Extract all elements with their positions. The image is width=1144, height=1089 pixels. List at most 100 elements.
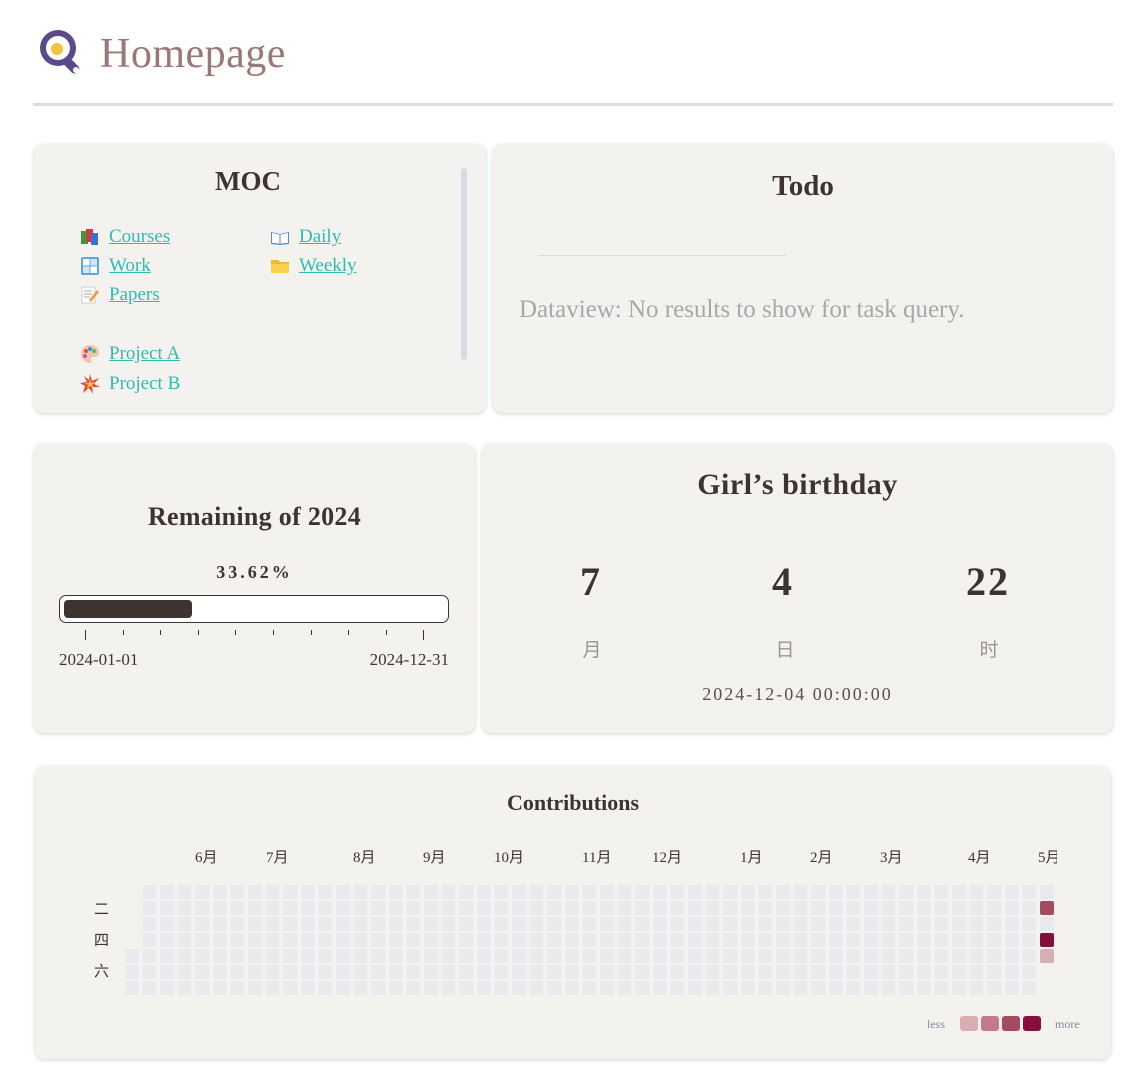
contribution-day [881,981,896,995]
contribution-day [1022,933,1037,947]
contribution-day [600,981,614,995]
contribution-day [213,965,227,979]
moc-link-courses-label[interactable]: Courses [109,226,170,248]
contribution-day [195,901,209,915]
contribution-day [353,965,368,979]
contribution-day [142,885,157,899]
contribution-day [125,981,139,995]
contribution-day [512,885,526,899]
contribution-day [565,949,579,963]
contribution-day [670,949,685,963]
moc-link-weekly-label[interactable]: Weekly [299,255,357,277]
moc-link-daily: Daily [270,226,341,248]
contribution-day [406,901,421,915]
contribution-day [1022,901,1037,915]
remaining-percent: 33.62% [216,562,293,582]
contribution-day [441,901,456,915]
books-icon [80,227,100,247]
contribution-day [635,981,649,995]
tick [235,630,237,635]
birthday-days-unit: 日 [775,639,795,661]
contribution-day [723,885,737,899]
contribution-day [705,949,720,963]
contribution-day [793,885,808,899]
contribution-day [582,981,597,995]
contribution-day [353,981,368,995]
remaining-progress-bar [59,595,449,623]
contribution-day [776,949,790,963]
contribution-day [160,965,174,979]
contribution-day [195,949,209,963]
moc-scrollbar[interactable] [461,168,467,360]
contribution-day [758,917,773,931]
contribution-day [600,885,614,899]
contribution-day [811,981,825,995]
contribution-day [441,981,456,995]
contribution-day [987,901,1001,915]
contribution-day [565,933,579,947]
contribution-day [336,949,350,963]
contribution-day [793,901,808,915]
contribution-day [670,933,685,947]
tick [85,630,86,640]
moc-link-work: Work [80,255,151,277]
logo-icon [38,28,86,80]
contribution-day [952,933,966,947]
contribution-day [829,901,843,915]
contribution-day [125,949,139,963]
contribution-day [934,901,949,915]
contribution-day [846,901,861,915]
contribution-day [301,901,315,915]
contribution-day [494,917,509,931]
contribution-day [547,981,561,995]
contribution-day [952,965,966,979]
moc-link-work-label[interactable]: Work [109,255,151,277]
contribution-day [829,933,843,947]
moc-link-project-a-label[interactable]: Project A [109,343,180,365]
contribution-day [424,917,438,931]
moc-link-project-b-label[interactable]: Project B [109,373,180,395]
contribution-day [934,981,949,995]
remaining-title: Remaining of 2024 [147,502,362,531]
contribution-day [1040,901,1054,915]
contribution-day [494,885,509,899]
contribution-day [547,885,561,899]
contribution-day [142,933,157,947]
contribution-day [582,901,597,915]
contribution-day [670,885,685,899]
contribution-day [547,933,561,947]
moc-link-papers-label[interactable]: Papers [109,284,160,306]
contribution-day [213,933,227,947]
contribution-day [230,933,245,947]
month-label: 5月 [1038,850,1057,866]
contribution-day [653,933,667,947]
contribution-day [617,949,632,963]
contribution-day [846,965,861,979]
tick [197,630,199,635]
contribution-day [353,949,368,963]
moc-link-daily-label[interactable]: Daily [299,226,341,248]
contribution-day [653,917,667,931]
contribution-day [846,981,861,995]
contribution-day [477,901,491,915]
contribution-day [389,885,403,899]
contribution-day [582,949,597,963]
contribution-day [1005,885,1019,899]
contribution-day [477,933,491,947]
contribution-day [969,901,984,915]
contribution-day [371,933,385,947]
contribution-day [459,981,473,995]
contribution-day [705,933,720,947]
contribution-day [987,981,1001,995]
contribution-day [793,949,808,963]
tick [310,630,312,635]
contribution-day [283,981,297,995]
contribution-day [917,949,931,963]
contribution-day [934,917,949,931]
contribution-day [1005,933,1019,947]
contribution-day [899,981,913,995]
contribution-day [987,949,1001,963]
birthday-months-unit: 月 [582,639,602,661]
contribution-day [899,885,913,899]
contribution-day [829,885,843,899]
